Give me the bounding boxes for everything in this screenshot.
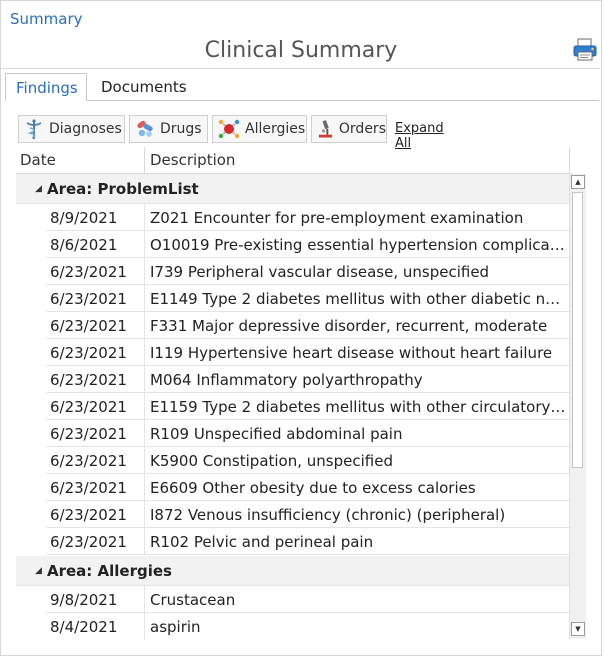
row-divider [46,554,569,555]
printer-icon[interactable] [571,37,599,63]
table-row[interactable]: 8/6/2021 O10019 Pre-existing essential h… [16,231,569,258]
cell-divider [144,312,145,339]
table-row[interactable]: 6/23/2021 F331 Major depressive disorder… [16,312,569,339]
table-row[interactable]: 6/23/2021 R109 Unspecified abdominal pai… [16,420,569,447]
row-date: 6/23/2021 [50,506,127,524]
row-description: Z021 Encounter for pre-employment examin… [150,209,524,227]
table-row[interactable]: 6/23/2021 I739 Peripheral vascular disea… [16,258,569,285]
cell-divider [144,447,145,474]
group-row-problemlist[interactable]: ◢ Area: ProblemList [16,174,569,204]
group-label: Area: ProblemList [47,180,199,198]
row-description: aspirin [150,618,201,636]
row-date: 8/4/2021 [50,618,118,636]
table-row[interactable]: 6/23/2021 M064 Inflammatory polyarthropa… [16,366,569,393]
cell-divider [144,474,145,501]
table-row[interactable]: 8/9/2021 Z021 Encounter for pre-employme… [16,204,569,231]
tab-documents[interactable]: Documents [91,73,196,101]
collapse-triangle-icon[interactable]: ◢ [35,566,42,576]
cell-divider [144,393,145,420]
column-divider[interactable] [569,147,570,173]
column-header-date[interactable]: Date [20,151,56,169]
allergies-label: Allergies [245,121,306,137]
row-description: R102 Pelvic and perineal pain [150,533,374,551]
clinical-summary-panel: Summary Clinical Summary Findings Docume… [0,0,602,656]
cell-divider [144,586,145,613]
row-date: 6/23/2021 [50,398,127,416]
table-row[interactable]: 6/23/2021 I119 Hypertensive heart diseas… [16,339,569,366]
tab-divider [87,100,599,101]
drugs-label: Drugs [160,121,202,137]
findings-grid: ◢ Area: ProblemList 8/9/2021 Z021 Encoun… [16,174,569,641]
row-description: I119 Hypertensive heart disease without … [150,344,553,362]
cell-divider [144,501,145,528]
table-row[interactable]: 6/23/2021 K5900 Constipation, unspecifie… [16,447,569,474]
row-date: 6/23/2021 [50,425,127,443]
row-description: E1159 Type 2 diabetes mellitus with othe… [150,398,566,416]
collapse-triangle-icon[interactable]: ◢ [35,184,42,194]
diagnoses-button[interactable]: Diagnoses [18,115,125,143]
scroll-down-arrow-icon[interactable]: ▼ [571,622,585,636]
table-row[interactable]: 8/4/2021 aspirin [16,613,569,640]
column-divider[interactable] [144,147,145,173]
group-row-allergies[interactable]: ◢ Area: Allergies [16,556,569,586]
tab-findings[interactable]: Findings [5,73,87,101]
cell-divider [144,231,145,258]
scroll-up-arrow-icon[interactable]: ▲ [571,175,585,189]
table-row[interactable]: 6/23/2021 E1159 Type 2 diabetes mellitus… [16,393,569,420]
drugs-button[interactable]: Drugs [129,115,208,143]
row-date: 6/23/2021 [50,479,127,497]
row-date: 8/9/2021 [50,209,118,227]
cell-divider [144,366,145,393]
row-description: M064 Inflammatory polyarthropathy [150,371,423,389]
cell-divider [144,339,145,366]
row-date: 9/8/2021 [50,591,118,609]
row-date: 6/23/2021 [50,533,127,551]
row-description: O10019 Pre-existing essential hypertensi… [150,236,566,254]
table-row[interactable]: 9/8/2021 Crustacean [16,586,569,613]
row-description: I872 Venous insufficiency (chronic) (per… [150,506,506,524]
allergen-icon [218,119,240,139]
group-label: Area: Allergies [47,562,172,580]
row-date: 6/23/2021 [50,317,127,335]
row-description: F331 Major depressive disorder, recurren… [150,317,548,335]
cell-divider [144,613,145,640]
caduceus-icon [26,119,42,139]
grid-header: Date Description [16,147,572,174]
cell-divider [144,420,145,447]
row-description: E1149 Type 2 diabetes mellitus with othe… [150,290,566,308]
row-description: R109 Unspecified abdominal pain [150,425,403,443]
header-divider [2,68,600,69]
row-description: E6609 Other obesity due to excess calori… [150,479,476,497]
table-row[interactable]: 6/23/2021 E1149 Type 2 diabetes mellitus… [16,285,569,312]
row-description: K5900 Constipation, unspecified [150,452,393,470]
allergies-button[interactable]: Allergies [212,115,307,143]
table-row[interactable]: 6/23/2021 I872 Venous insufficiency (chr… [16,501,569,528]
row-date: 6/23/2021 [50,290,127,308]
row-date: 6/23/2021 [50,371,127,389]
row-description: I739 Peripheral vascular disease, unspec… [150,263,490,281]
column-header-description[interactable]: Description [150,151,235,169]
scrollbar-thumb[interactable] [572,192,583,468]
cell-divider [144,285,145,312]
table-row[interactable]: 6/23/2021 E6609 Other obesity due to exc… [16,474,569,501]
microscope-icon [318,120,333,138]
cell-divider [144,528,145,555]
row-date: 6/23/2021 [50,344,127,362]
row-date: 6/23/2021 [50,263,127,281]
page-title: Clinical Summary [204,38,398,63]
table-row[interactable]: 6/23/2021 R102 Pelvic and perineal pain [16,528,569,555]
pills-icon [137,120,153,137]
diagnoses-label: Diagnoses [49,121,122,137]
vertical-scrollbar[interactable]: ▲ ▼ [569,174,586,639]
orders-label: Orders [338,121,386,137]
cell-divider [144,204,145,231]
row-description: Crustacean [150,591,236,609]
orders-button[interactable]: Orders [311,115,387,143]
row-date: 6/23/2021 [50,452,127,470]
cell-divider [144,258,145,285]
summary-link[interactable]: Summary [10,10,83,28]
row-date: 8/6/2021 [50,236,118,254]
